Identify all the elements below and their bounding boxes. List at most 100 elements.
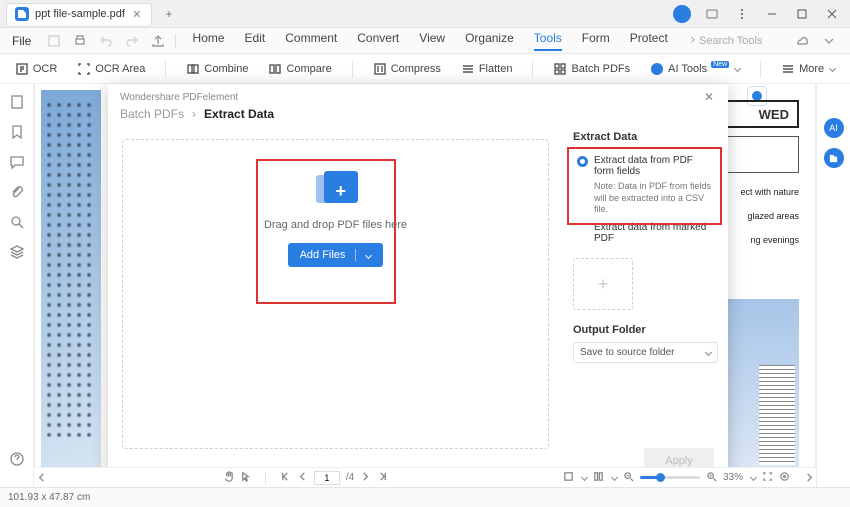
- menu-convert[interactable]: Convert: [357, 31, 399, 51]
- page-number-input[interactable]: [314, 471, 340, 485]
- last-page-button[interactable]: [377, 471, 388, 485]
- ai-tools-button[interactable]: AI Tools New: [650, 62, 740, 76]
- compare-button[interactable]: Compare: [268, 62, 331, 76]
- hand-tool-icon[interactable]: [223, 471, 234, 485]
- comments-icon[interactable]: [9, 154, 25, 170]
- chevron-down-icon: [829, 65, 836, 72]
- chevron-down-icon: [705, 349, 712, 356]
- compress-label: Compress: [391, 63, 441, 75]
- workspace: AI WED tion gton, USA ect with nature gl…: [0, 84, 850, 487]
- extract-header: Extract Data: [573, 131, 718, 143]
- cloud-icon[interactable]: [792, 32, 810, 50]
- maximize-button[interactable]: [790, 3, 814, 25]
- zoom-in-button[interactable]: [706, 471, 717, 485]
- undo-icon[interactable]: [97, 32, 115, 50]
- tools-toolbar: OCR OCR Area Combine Compare Compress Fl…: [0, 54, 850, 84]
- minimize-button[interactable]: [760, 3, 784, 25]
- layers-icon[interactable]: [9, 244, 25, 260]
- chevron-down-icon: [365, 251, 372, 258]
- opt2-label: Extract data from marked PDF: [594, 222, 714, 244]
- main-menu: Home Edit Comment Convert View Organize …: [184, 31, 676, 51]
- menu-home[interactable]: Home: [193, 31, 225, 51]
- ai-tools-label: AI Tools: [668, 63, 707, 75]
- mini-drop-zone[interactable]: +: [573, 258, 633, 310]
- ocr-button[interactable]: OCR: [15, 62, 57, 76]
- read-mode-icon[interactable]: [779, 471, 790, 485]
- dialog-breadcrumb: Batch PDFs › Extract Data: [108, 107, 728, 129]
- more-button[interactable]: More: [781, 62, 835, 76]
- scroll-left-button[interactable]: [34, 471, 48, 485]
- close-window-button[interactable]: [820, 3, 844, 25]
- close-tab-icon[interactable]: ✕: [131, 8, 143, 20]
- new-badge: New: [711, 61, 729, 68]
- dimensions-label: 101.93 x 47.87 cm: [8, 492, 90, 503]
- radio-marked-pdf[interactable]: Extract data from marked PDF: [577, 222, 714, 244]
- menu-comment[interactable]: Comment: [285, 31, 337, 51]
- add-files-button[interactable]: Add Files: [288, 243, 384, 267]
- ai-chat-icon[interactable]: AI: [824, 118, 844, 138]
- doc-left-image: [41, 90, 101, 477]
- next-page-button[interactable]: [360, 471, 371, 485]
- ai-translate-icon[interactable]: [824, 148, 844, 168]
- reader-mode-icon[interactable]: [700, 3, 724, 25]
- ocr-label: OCR: [33, 63, 57, 75]
- first-page-button[interactable]: [280, 471, 291, 485]
- highlight-box-2: [567, 147, 722, 225]
- left-sidebar: [0, 84, 34, 487]
- search-tools-input[interactable]: Search Tools: [684, 35, 784, 47]
- compress-button[interactable]: Compress: [373, 62, 441, 76]
- menu-form[interactable]: Form: [582, 31, 610, 51]
- menu-tools[interactable]: Tools: [534, 31, 562, 51]
- search-panel-icon[interactable]: [9, 214, 25, 230]
- zoom-out-button[interactable]: [623, 471, 634, 485]
- menu-edit[interactable]: Edit: [245, 31, 266, 51]
- fit-page-icon[interactable]: [563, 471, 574, 485]
- pdf-icon: [15, 7, 29, 21]
- dialog-right-panel: Extract Data Extract data from PDF form …: [563, 129, 728, 459]
- menubar: File Home Edit Comment Convert View Orga…: [0, 28, 850, 54]
- page-navigation-bar: /4 33%: [34, 467, 816, 487]
- add-folder-icon: +: [314, 171, 358, 207]
- bookmarks-icon[interactable]: [9, 124, 25, 140]
- output-folder-select[interactable]: Save to source folder: [573, 342, 718, 363]
- scroll-right-button[interactable]: [802, 471, 816, 485]
- menu-protect[interactable]: Protect: [630, 31, 668, 51]
- menu-view[interactable]: View: [419, 31, 445, 51]
- kebab-menu-icon[interactable]: [730, 3, 754, 25]
- page-total: /4: [346, 472, 354, 483]
- crumb-parent[interactable]: Batch PDFs: [120, 107, 184, 121]
- output-folder-header: Output Folder: [573, 324, 718, 336]
- fullscreen-icon[interactable]: [762, 471, 773, 485]
- batch-extract-dialog: Wondershare PDFelement ✕ Batch PDFs › Ex…: [108, 84, 728, 484]
- save-icon[interactable]: [45, 32, 63, 50]
- menu-organize[interactable]: Organize: [465, 31, 514, 51]
- collapse-ribbon-icon[interactable]: [820, 32, 838, 50]
- document-tab[interactable]: ppt file-sample.pdf ✕: [6, 3, 152, 25]
- dialog-brand: Wondershare PDFelement: [108, 84, 728, 107]
- combine-button[interactable]: Combine: [186, 62, 248, 76]
- attachments-icon[interactable]: [9, 184, 25, 200]
- batch-pdfs-button[interactable]: Batch PDFs: [553, 62, 630, 76]
- share-icon[interactable]: [149, 32, 167, 50]
- dialog-close-button[interactable]: ✕: [704, 90, 720, 106]
- prev-page-button[interactable]: [297, 471, 308, 485]
- new-tab-button[interactable]: +: [160, 5, 178, 23]
- file-menu[interactable]: File: [6, 32, 37, 50]
- right-sidebar: AI: [816, 84, 850, 487]
- doc-right-image: [719, 299, 799, 469]
- output-select-value: Save to source folder: [580, 347, 675, 358]
- redo-icon[interactable]: [123, 32, 141, 50]
- help-icon[interactable]: [9, 451, 25, 467]
- view-mode-icon[interactable]: [593, 471, 604, 485]
- flatten-button[interactable]: Flatten: [461, 62, 513, 76]
- user-avatar[interactable]: [670, 3, 694, 25]
- combine-label: Combine: [204, 63, 248, 75]
- search-placeholder: Search Tools: [699, 35, 762, 47]
- select-tool-icon[interactable]: [240, 471, 251, 485]
- status-bar: 101.93 x 47.87 cm: [0, 487, 850, 507]
- zoom-slider[interactable]: [640, 476, 700, 479]
- thumbnails-icon[interactable]: [9, 94, 25, 110]
- ocr-area-button[interactable]: OCR Area: [77, 62, 145, 76]
- chevron-down-icon: [734, 65, 741, 72]
- print-icon[interactable]: [71, 32, 89, 50]
